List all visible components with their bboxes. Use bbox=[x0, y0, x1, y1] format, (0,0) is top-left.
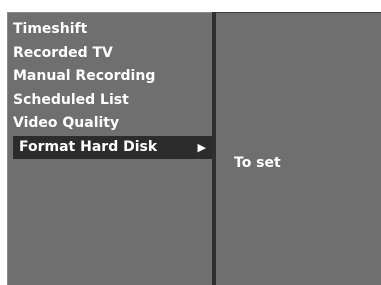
menu-item-manual-recording[interactable]: Manual Recording bbox=[13, 65, 212, 89]
menu-item-label: Timeshift bbox=[13, 21, 88, 37]
menu-item-recorded-tv[interactable]: Recorded TV bbox=[13, 42, 212, 66]
menu-item-label: Video Quality bbox=[13, 115, 120, 131]
menu-item-timeshift[interactable]: Timeshift bbox=[13, 18, 212, 42]
submenu-panel: To set bbox=[216, 12, 381, 285]
menu-item-label: Scheduled List bbox=[13, 91, 129, 108]
menu-item-video-quality[interactable]: Video Quality bbox=[13, 112, 212, 136]
menu-item-scheduled-list[interactable]: Scheduled List bbox=[13, 89, 212, 113]
menu-item-label: Recorded TV bbox=[13, 44, 113, 61]
menu-list: Timeshift Recorded TV Manual Recording S… bbox=[13, 18, 212, 159]
menu-item-label: Manual Recording bbox=[13, 68, 156, 84]
osd-menu: Timeshift Recorded TV Manual Recording S… bbox=[7, 12, 381, 285]
menu-item-label: Format Hard Disk bbox=[19, 138, 158, 155]
play-arrow-icon: ▶ bbox=[197, 140, 206, 154]
submenu-option-to-set[interactable]: To set bbox=[234, 152, 281, 176]
menu-item-format-hard-disk[interactable]: Format Hard Disk ▶ bbox=[13, 135, 212, 159]
main-menu-panel: Timeshift Recorded TV Manual Recording S… bbox=[7, 12, 212, 285]
